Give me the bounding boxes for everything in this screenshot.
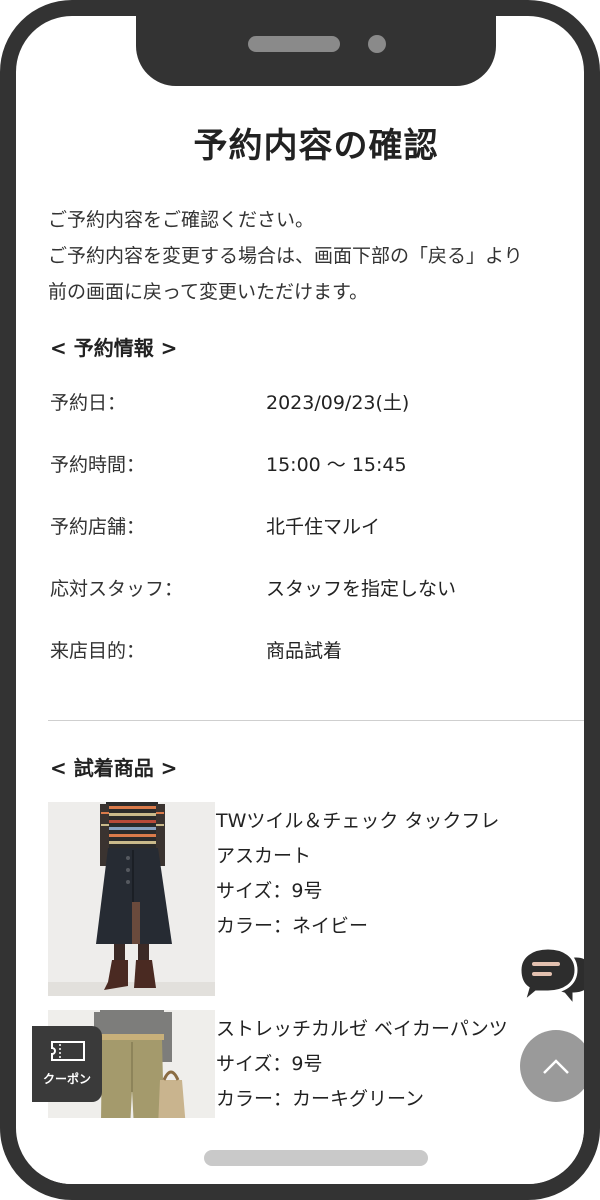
- reservation-time-value: 15:00 〜 15:45: [266, 454, 407, 476]
- product-color: カラー：カーキグリーン: [216, 1088, 425, 1110]
- product-name: ストレッチカルゼ ベイカーパンツ: [216, 1018, 508, 1040]
- phone-notch: [136, 16, 496, 86]
- home-indicator[interactable]: [204, 1150, 428, 1166]
- product-color: カラー：ネイビー: [216, 915, 369, 937]
- product-size: サイズ：9号: [216, 880, 323, 902]
- reservation-date-label: 予約日：: [50, 392, 127, 414]
- reservation-info-heading: < 予約情報 >: [50, 336, 178, 360]
- reservation-time-row: 予約時間： 15:00 〜 15:45: [50, 450, 580, 480]
- reservation-staff-label: 応対スタッフ：: [50, 578, 184, 600]
- page-content: 予約内容の確認 ご予約内容をご確認ください。 ご予約内容を変更する場合は、画面下…: [32, 32, 584, 1184]
- reservation-date-value: 2023/09/23(土): [266, 392, 410, 414]
- product-image-skirt: [48, 802, 215, 996]
- chevron-up-icon: [543, 1059, 569, 1074]
- product-name: TWツイル＆チェック タックフレ: [216, 810, 500, 832]
- reservation-date-row: 予約日： 2023/09/23(土): [50, 388, 580, 418]
- front-camera: [368, 35, 386, 53]
- ticket-icon: [51, 1041, 85, 1061]
- reservation-purpose-row: 来店目的： 商品試着: [50, 636, 580, 666]
- chat-bubbles-icon: [518, 946, 584, 1011]
- product-size: サイズ：9号: [216, 1053, 323, 1075]
- reservation-time-label: 予約時間：: [50, 454, 146, 476]
- intro-line: ご予約内容を変更する場合は、画面下部の「戻る」より: [48, 245, 523, 267]
- section-divider: [48, 720, 584, 721]
- reservation-staff-row: 応対スタッフ： スタッフを指定しない: [50, 574, 580, 604]
- reservation-store-label: 予約店舗：: [50, 516, 146, 538]
- reservation-purpose-value: 商品試着: [266, 640, 343, 662]
- intro-text: ご予約内容をご確認ください。 ご予約内容を変更する場合は、画面下部の「戻る」より…: [48, 202, 584, 310]
- coupon-button[interactable]: クーポン: [32, 1026, 102, 1102]
- reservation-staff-value: スタッフを指定しない: [266, 578, 457, 600]
- product-name-cont: アスカート: [216, 845, 312, 867]
- page-title: 予約内容の確認: [193, 126, 439, 166]
- reservation-store-row: 予約店舗： 北千住マルイ: [50, 512, 580, 542]
- reservation-store-value: 北千住マルイ: [266, 516, 381, 538]
- scroll-to-top-button[interactable]: [520, 1030, 584, 1102]
- product-details: ストレッチカルゼ ベイカーパンツ サイズ：9号 カラー：カーキグリーン: [216, 1012, 556, 1117]
- reservation-purpose-label: 来店目的：: [50, 640, 146, 662]
- intro-line: ご予約内容をご確認ください。: [48, 209, 315, 231]
- phone-frame: 予約内容の確認 ご予約内容をご確認ください。 ご予約内容を変更する場合は、画面下…: [0, 0, 600, 1200]
- coupon-label: クーポン: [42, 1072, 91, 1086]
- try-on-products-heading: < 試着商品 >: [50, 756, 178, 780]
- intro-line: 前の画面に戻って変更いただけます。: [48, 281, 369, 303]
- speaker-grille: [248, 36, 340, 52]
- product-item: TWツイル＆チェック タックフレ アスカート サイズ：9号 カラー：ネイビー: [48, 802, 584, 996]
- product-details: TWツイル＆チェック タックフレ アスカート サイズ：9号 カラー：ネイビー: [216, 804, 556, 944]
- chat-button[interactable]: [518, 946, 584, 1018]
